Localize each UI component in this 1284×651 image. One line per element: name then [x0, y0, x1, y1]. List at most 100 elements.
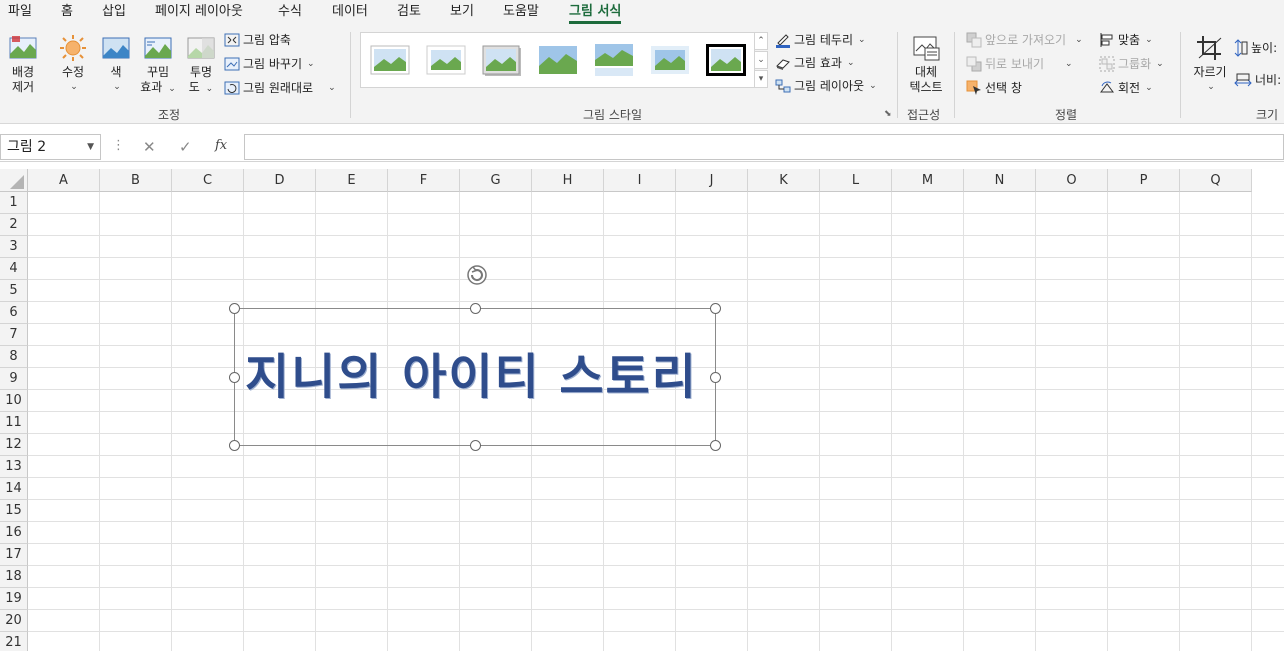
row-header[interactable]: 1 [0, 192, 28, 214]
row-header[interactable]: 19 [0, 588, 28, 610]
selection-pane-button[interactable]: 선택 창 [966, 77, 1022, 99]
resize-handle-bottom-right[interactable] [710, 440, 721, 451]
cancel-icon[interactable]: ✕ [143, 138, 156, 156]
row-header[interactable]: 8 [0, 346, 28, 368]
column-header[interactable]: A [28, 169, 100, 192]
column-header[interactable]: L [820, 169, 892, 192]
resize-handle-top[interactable] [470, 303, 481, 314]
column-header[interactable]: B [100, 169, 172, 192]
insert-function-button[interactable]: fx [215, 138, 227, 153]
row-header[interactable]: 11 [0, 412, 28, 434]
column-header[interactable]: K [748, 169, 820, 192]
tab-file[interactable]: 파일 [8, 2, 32, 24]
picture-border-button[interactable]: 그림 테두리 ⌄ [775, 29, 866, 51]
tab-home[interactable]: 홈 [61, 2, 73, 24]
tab-formulas[interactable]: 수식 [278, 2, 302, 24]
compress-pictures-button[interactable]: 그림 압축 [224, 29, 291, 51]
column-header[interactable]: I [604, 169, 676, 192]
resize-handle-top-right[interactable] [710, 303, 721, 314]
column-header[interactable]: O [1036, 169, 1108, 192]
column-header[interactable]: P [1108, 169, 1180, 192]
remove-background-button[interactable]: 배경 제거 [6, 34, 40, 95]
chevron-down-icon: ⌄ [1207, 82, 1215, 92]
corrections-button[interactable]: 수정 ⌄ [56, 34, 90, 95]
height-field[interactable]: 높이: [1234, 37, 1277, 59]
gallery-scroll-up-button[interactable]: ⌃ [754, 32, 768, 50]
artistic-effects-button[interactable]: 꾸밈 효과 ⌄ [140, 34, 176, 97]
row-header[interactable]: 14 [0, 478, 28, 500]
width-field[interactable]: 너비: [1234, 69, 1281, 91]
column-header[interactable]: J [676, 169, 748, 192]
tab-picture-format[interactable]: 그림 서식 [569, 2, 622, 24]
tab-help[interactable]: 도움말 [503, 2, 539, 24]
alt-text-button[interactable]: 대체 텍스트 [906, 34, 946, 95]
resize-handle-right[interactable] [710, 372, 721, 383]
chevron-down-icon[interactable]: ▼ [87, 135, 94, 159]
tab-page-layout[interactable]: 페이지 레이아웃 [155, 2, 243, 24]
column-header[interactable]: N [964, 169, 1036, 192]
align-button[interactable]: 맞춤 ⌄ [1099, 29, 1153, 51]
selected-picture[interactable]: 지니의 아이티 스토리 [234, 308, 716, 446]
style-thumb-simple-frame[interactable] [369, 42, 411, 78]
gallery-more-button[interactable]: ▾ [754, 70, 768, 88]
resize-handle-bottom-left[interactable] [229, 440, 240, 451]
rotate-button[interactable]: 회전 ⌄ [1099, 77, 1153, 99]
select-all-button[interactable] [0, 169, 28, 192]
tab-insert[interactable]: 삽입 [102, 2, 126, 24]
color-button[interactable]: 색 ⌄ [100, 34, 132, 95]
row-header[interactable]: 21 [0, 632, 28, 651]
tab-review[interactable]: 검토 [397, 2, 421, 24]
style-thumb-soft-rectangle[interactable] [649, 42, 691, 78]
row-header[interactable]: 13 [0, 456, 28, 478]
row-header[interactable]: 5 [0, 280, 28, 302]
send-backward-button[interactable]: 뒤로 보내기 ⌄ [966, 53, 1073, 75]
row-header[interactable]: 6 [0, 302, 28, 324]
style-thumb-soft-edge[interactable] [425, 42, 467, 78]
dialog-launcher-icon[interactable]: ⬊ [884, 109, 892, 119]
transparency-button[interactable]: 투명 도 ⌄ [184, 34, 218, 97]
formula-input[interactable] [244, 134, 1284, 160]
style-thumb-reflected[interactable] [593, 42, 635, 78]
column-header[interactable]: M [892, 169, 964, 192]
change-picture-button[interactable]: 그림 바꾸기 ⌄ [224, 53, 315, 75]
style-thumb-perspective[interactable] [537, 42, 579, 78]
picture-layout-button[interactable]: 그림 레이아웃 ⌄ [775, 75, 877, 97]
resize-handle-top-left[interactable] [229, 303, 240, 314]
picture-border-label: 그림 테두리 [794, 33, 854, 47]
picture-effects-button[interactable]: 그림 효과 ⌄ [775, 52, 855, 74]
rotate-handle-icon[interactable] [466, 264, 488, 286]
width-icon [1234, 73, 1252, 87]
row-header[interactable]: 18 [0, 566, 28, 588]
tab-view[interactable]: 보기 [450, 2, 474, 24]
row-header[interactable]: 12 [0, 434, 28, 456]
row-header[interactable]: 4 [0, 258, 28, 280]
row-header[interactable]: 3 [0, 236, 28, 258]
group-objects-button[interactable]: 그룹화 ⌄ [1099, 53, 1164, 75]
row-header[interactable]: 10 [0, 390, 28, 412]
row-header[interactable]: 15 [0, 500, 28, 522]
row-header[interactable]: 17 [0, 544, 28, 566]
tab-data[interactable]: 데이터 [332, 2, 368, 24]
row-header[interactable]: 7 [0, 324, 28, 346]
gallery-scroll-down-button[interactable]: ⌄ [754, 51, 768, 69]
style-thumb-thick-black-frame[interactable] [705, 42, 747, 78]
reset-picture-button[interactable]: 그림 원래대로 ⌄ [224, 77, 336, 99]
column-header[interactable]: C [172, 169, 244, 192]
resize-handle-left[interactable] [229, 372, 240, 383]
resize-handle-bottom[interactable] [470, 440, 481, 451]
column-header[interactable]: D [244, 169, 316, 192]
row-header[interactable]: 2 [0, 214, 28, 236]
column-header[interactable]: F [388, 169, 460, 192]
column-header[interactable]: E [316, 169, 388, 192]
bring-forward-button[interactable]: 앞으로 가져오기 ⌄ [966, 29, 1083, 51]
style-thumb-shadow[interactable] [481, 42, 523, 78]
enter-icon[interactable]: ✓ [179, 138, 192, 156]
name-box[interactable]: 그림 2 ▼ [0, 134, 101, 160]
crop-button[interactable]: 자르기 ⌄ [1188, 34, 1232, 95]
row-header[interactable]: 20 [0, 610, 28, 632]
row-header[interactable]: 9 [0, 368, 28, 390]
row-header[interactable]: 16 [0, 522, 28, 544]
column-header[interactable]: H [532, 169, 604, 192]
column-header[interactable]: G [460, 169, 532, 192]
column-header[interactable]: Q [1180, 169, 1252, 192]
